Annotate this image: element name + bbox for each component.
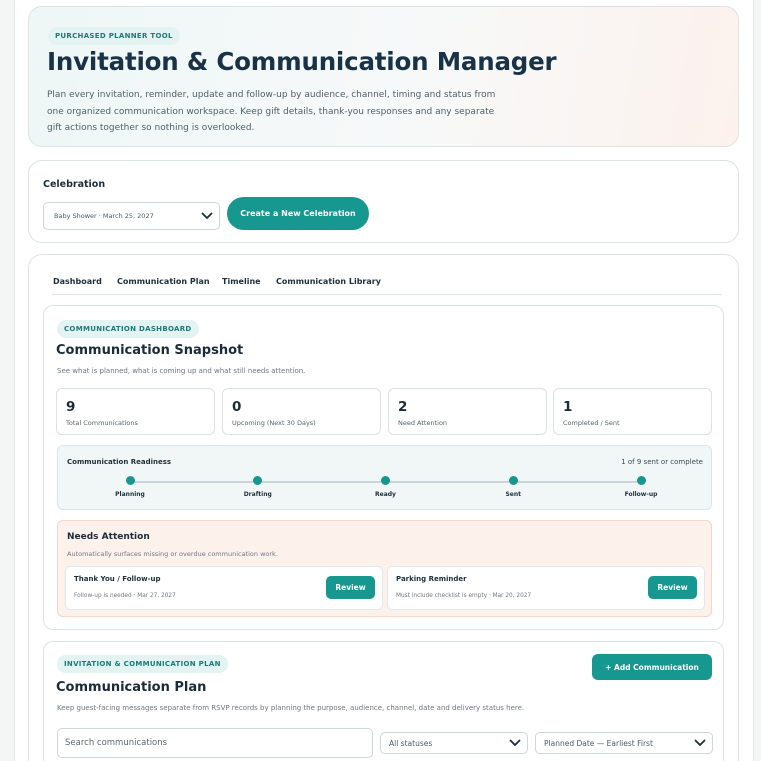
status-filter-select[interactable]: All statuses [380,732,528,754]
tab-dashboard[interactable]: Dashboard [53,277,102,286]
status-filter-value: All statuses [389,738,433,748]
stat-total: 9 Total Communications [56,388,215,435]
celebration-panel: Celebration Baby Shower · March 25, 2027… [28,160,739,243]
celebration-select-value: Baby Shower · March 25, 2027 [54,212,154,220]
page-title: Invitation & Communication Manager [47,47,557,76]
stat-need-attention: 2 Need Attention [388,388,547,435]
step-dot-ready [381,476,390,485]
chevron-down-icon [694,739,706,746]
tab-timeline[interactable]: Timeline [222,277,261,286]
attention-item-meta: Follow-up is needed · Mar 27, 2027 [74,593,176,599]
stat-completed: 1 Completed / Sent [553,388,712,435]
step-label: Follow-up [624,491,658,498]
list-item: Parking Reminder Must include checklist … [387,566,705,610]
attention-item-title: Parking Reminder [396,575,467,583]
sort-value: Planned Date — Earliest First [544,738,653,748]
step-dot-planning [125,476,135,485]
page-description: Plan every invitation, reminder, update … [47,90,496,133]
stat-label: Upcoming (Next 30 Days) [232,419,316,427]
create-celebration-button[interactable]: Create a New Celebration [227,197,369,230]
review-button[interactable]: Review [648,576,697,599]
step-dot-drafting [253,476,263,485]
step-label: Planning [115,491,145,498]
dashboard-title: Communication Snapshot [56,343,244,358]
stat-upcoming: 0 Upcoming (Next 30 Days) [222,388,381,435]
tab-communication-plan[interactable]: Communication Plan [117,277,210,286]
dashboard-subtitle: See what is planned, what is coming up a… [57,367,306,375]
main-panel: Dashboard Communication Plan Timeline Co… [28,254,739,761]
communication-dashboard: COMMUNICATION DASHBOARD Communication Sn… [43,305,724,630]
plan-badge: INVITATION & COMMUNICATION PLAN [57,655,228,673]
dashboard-badge: COMMUNICATION DASHBOARD [57,320,199,338]
hero-panel: PURCHASED PLANNER TOOL Invitation & Comm… [28,6,739,147]
step-label: Ready [375,491,396,498]
plan-subtitle: Keep guest-facing messages separate from… [57,704,525,712]
attention-item-title: Thank You / Follow-up [74,575,161,583]
stat-value: 9 [66,399,76,415]
list-item: Thank You / Follow-up Follow-up is neede… [65,566,383,610]
chevron-down-icon [509,739,521,746]
tab-bar: Dashboard Communication Plan Timeline Co… [52,269,722,295]
plan-title: Communication Plan [56,680,207,695]
needs-attention-title: Needs Attention [67,532,150,542]
stat-value: 0 [232,399,242,415]
needs-attention-panel: Needs Attention Automatically surfaces m… [57,520,712,617]
review-button[interactable]: Review [326,576,375,599]
stat-value: 2 [398,399,408,415]
step-dot-follow-up [636,476,646,485]
step-label: Drafting [243,491,272,498]
celebration-select[interactable]: Baby Shower · March 25, 2027 [43,202,220,230]
tab-communication-library[interactable]: Communication Library [276,277,381,286]
needs-attention-subtitle: Automatically surfaces missing or overdu… [67,550,278,558]
add-communication-button[interactable]: + Add Communication [592,654,712,680]
search-input[interactable] [57,728,373,758]
tool-badge: PURCHASED PLANNER TOOL [48,27,180,45]
stat-value: 1 [563,399,573,415]
step-label: Sent [505,491,522,498]
step-dot-sent [508,476,518,485]
attention-item-meta: Must include checklist is empty · Mar 20… [396,593,532,599]
readiness-tracker: Communication Readiness 1 of 9 sent or c… [57,445,712,510]
readiness-count: 1 of 9 sent or complete [621,458,703,466]
chevron-down-icon [201,212,213,219]
communication-plan-panel: INVITATION & COMMUNICATION PLAN + Add Co… [43,641,724,761]
stat-label: Need Attention [398,419,448,427]
stat-label: Total Communications [66,419,138,427]
celebration-label: Celebration [43,179,106,190]
sort-select[interactable]: Planned Date — Earliest First [535,732,713,754]
stat-label: Completed / Sent [563,419,620,427]
readiness-title: Communication Readiness [67,458,172,466]
